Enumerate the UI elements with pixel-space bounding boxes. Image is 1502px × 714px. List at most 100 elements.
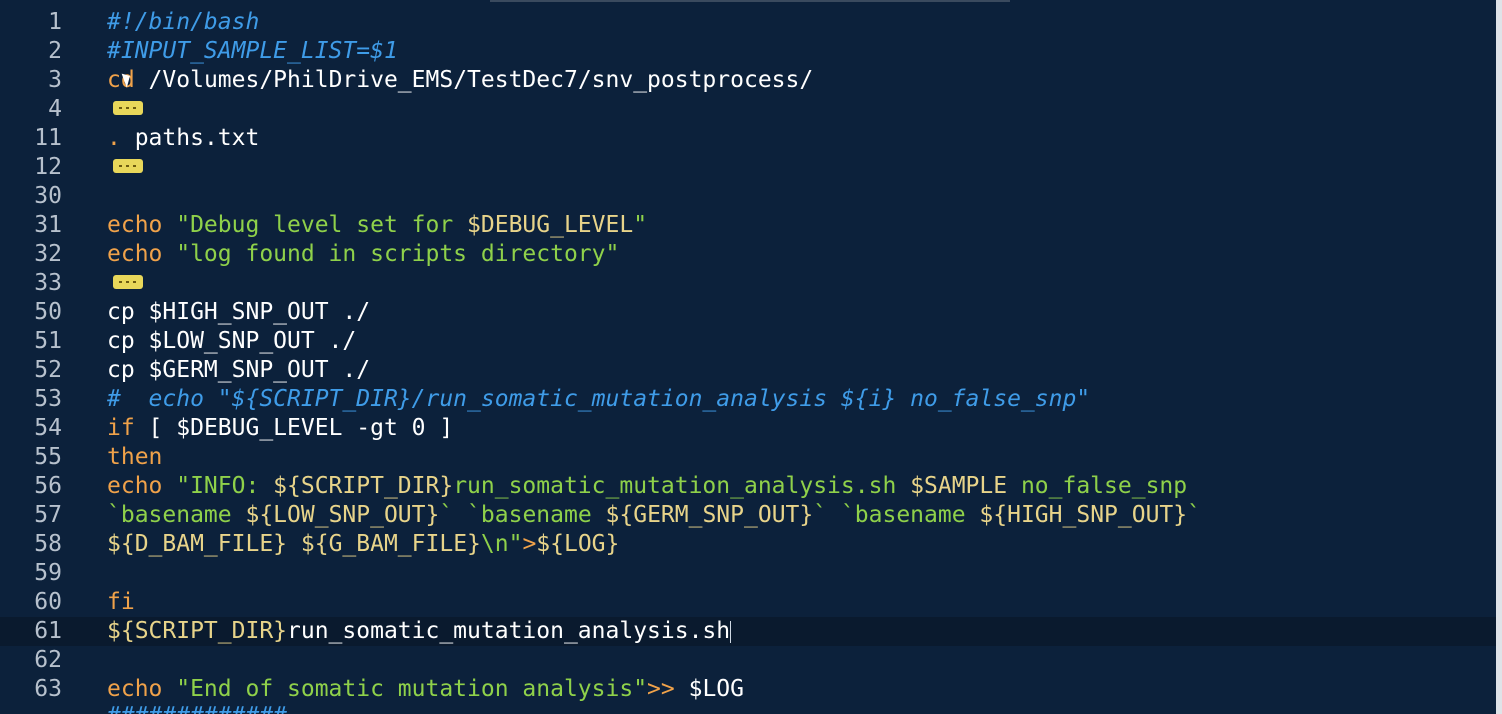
code-token: >> [647,676,675,702]
line-number: 1 [48,9,62,35]
code-line[interactable]: 11. paths.txt [0,124,1496,153]
line-number: 30 [34,183,62,209]
code-line[interactable]: 63 echo "End of somatic mutation analysis… [0,675,1496,704]
line-code[interactable]: fi [107,588,135,617]
code-line[interactable]: 55 then [0,443,1496,472]
code-token: [ $DEBUG_LEVEL -gt 0 ] [134,415,454,441]
code-token: ${D_BAM_FILE} [107,531,288,557]
code-token: "log found in scripts directory" [162,241,620,267]
line-code[interactable]: `basename ${LOW_SNP_OUT}` `basename ${GE… [107,501,1201,530]
line-number: 50 [34,299,62,325]
folded-region-icon[interactable] [113,100,143,115]
code-token: no_false_snp [1007,473,1188,499]
code-token: run_somatic_mutation_analysis.sh [287,618,731,644]
line-code[interactable] [107,153,143,182]
code-token: ` `basename [813,502,980,528]
code-token: "Debug level set for [162,212,468,238]
line-number: 61 [34,618,62,644]
code-line[interactable]: 1 #!/bin/bash [0,8,1496,37]
code-line[interactable]: 58 ${D_BAM_FILE} ${G_BAM_FILE}\n">${LOG} [0,530,1496,559]
code-token: cp $HIGH_SNP_OUT ./ [107,299,371,325]
line-code[interactable]: ${D_BAM_FILE} ${G_BAM_FILE}\n">${LOG} [107,530,619,559]
code-editor[interactable]: 1 #!/bin/bash 2 #INPUT_SAMPLE_LIST=$1 3 cd /V… [0,0,1502,714]
line-code[interactable]: ${SCRIPT_DIR}run_somatic_mutation_analys… [107,617,732,646]
line-code[interactable]: # echo "${SCRIPT_DIR}/run_somatic_mutati… [107,385,1090,414]
line-number: 53 [34,386,62,412]
line-number: 60 [34,589,62,615]
code-line[interactable]: 62 [0,646,1496,675]
line-code[interactable]: cp $LOW_SNP_OUT ./ [107,327,356,356]
code-line[interactable]: 32 echo "log found in scripts directory" [0,240,1496,269]
line-code[interactable]: then [107,443,162,472]
line-number: 54 [34,415,62,441]
line-code[interactable]: if [ $DEBUG_LEVEL -gt 0 ] [107,414,453,443]
line-code[interactable]: echo "log found in scripts directory" [107,240,619,269]
line-code[interactable]: cp $GERM_SNP_OUT ./ [107,356,370,385]
code-token: $SAMPLE [910,473,1008,499]
line-code[interactable]: echo "Debug level set for $DEBUG_LEVEL" [107,211,647,240]
line-code[interactable]: cd /Volumes/PhilDrive_EMS/TestDec7/snv_p… [107,66,813,95]
code-line-current[interactable]: 61 ${SCRIPT_DIR}run_somatic_mutation_anal… [0,617,1496,646]
code-line[interactable]: 52 cp $GERM_SNP_OUT ./ [0,356,1496,385]
code-token: " [633,212,648,238]
line-number: 32 [34,241,62,267]
line-code[interactable] [107,95,143,124]
code-token: cp $LOW_SNP_OUT ./ [107,328,357,354]
code-token: echo [107,676,163,702]
line-number: 58 [34,531,62,557]
line-code[interactable] [107,269,143,298]
code-token: $DEBUG_LEVEL [467,212,634,238]
code-line[interactable]: 12 [0,153,1496,182]
code-line[interactable]: 51 cp $LOW_SNP_OUT ./ [0,327,1496,356]
code-token: # echo "${SCRIPT_DIR}/run_somatic_mutati… [107,386,1091,412]
code-token: "End of somatic mutation analysis" [162,676,648,702]
code-line[interactable]: 31 echo "Debug level set for $DEBUG_LEVEL… [0,211,1496,240]
tab-strip-edge [490,0,1010,2]
code-line[interactable]: 33 [0,269,1496,298]
code-line[interactable]: 60 fi [0,588,1496,617]
code-token: ${GERM_SNP_OUT} [605,502,814,528]
code-token: ` `basename [439,502,606,528]
code-token: /Volumes/PhilDrive_EMS/TestDec7/snv_post… [134,67,814,93]
folded-region-icon[interactable] [113,158,143,173]
line-code[interactable]: #!/bin/bash [107,8,259,37]
line-code[interactable]: #INPUT_SAMPLE_LIST=$1 [107,37,398,66]
code-line[interactable]: 56 echo "INFO: ${SCRIPT_DIR}run_somatic_m… [0,472,1496,501]
window-edge [1496,0,1502,714]
code-token: ${G_BAM_FILE} [300,531,481,557]
line-number: 11 [34,125,62,151]
code-line[interactable]: 57 `basename ${LOW_SNP_OUT}` `basename ${… [0,501,1496,530]
code-token: "INFO: [162,473,274,499]
folded-region-icon[interactable] [113,274,143,289]
code-line[interactable]: 54 if [ $DEBUG_LEVEL -gt 0 ] [0,414,1496,443]
line-number: 33 [34,270,62,296]
code-line[interactable]: 2 #INPUT_SAMPLE_LIST=$1 [0,37,1496,66]
code-token: paths.txt [120,125,260,151]
code-token: echo [107,473,163,499]
code-line[interactable]: 3 cd /Volumes/PhilDrive_EMS/TestDec7/snv_… [0,66,1496,95]
line-code[interactable]: cp $HIGH_SNP_OUT ./ [107,298,370,327]
code-token: ` [1187,502,1201,528]
line-code[interactable]: echo "INFO: ${SCRIPT_DIR}run_somatic_mut… [107,472,1187,501]
line-code[interactable]: echo "End of somatic mutation analysis">… [107,675,744,704]
code-line[interactable]: 59 [0,559,1496,588]
code-token: then [107,444,163,470]
code-line[interactable]: 50 cp $HIGH_SNP_OUT ./ [0,298,1496,327]
code-token: fi [107,589,135,615]
line-number: 63 [34,676,62,702]
line-number: 51 [34,328,62,354]
line-number: 59 [34,560,62,586]
code-token: ${LOW_SNP_OUT} [245,502,440,528]
line-number: 55 [34,444,62,470]
code-token: run_somatic_mutation_analysis.sh [453,473,911,499]
code-token: > [522,531,537,557]
code-token: . [107,125,121,151]
code-token: echo [107,212,163,238]
code-line[interactable]: 30 [0,182,1496,211]
line-number: 62 [34,647,62,673]
code-line[interactable]: 4 [0,95,1496,124]
code-token: if [107,415,135,441]
line-code[interactable]: . paths.txt [107,124,259,153]
code-line[interactable]: 53 # echo "${SCRIPT_DIR}/run_somatic_muta… [0,385,1496,414]
